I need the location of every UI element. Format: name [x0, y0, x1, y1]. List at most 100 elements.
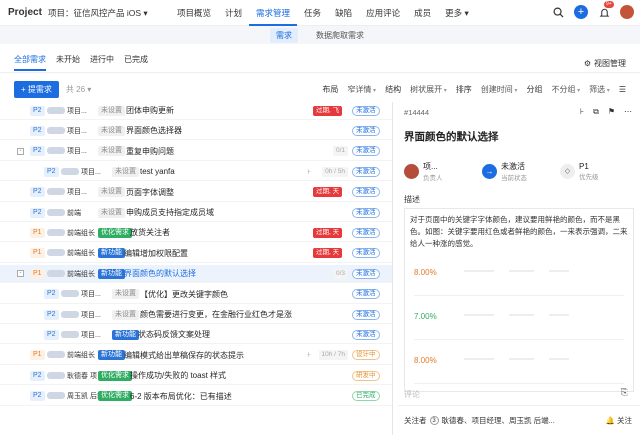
status-badge[interactable]: 未激活 — [352, 248, 380, 259]
add-requirement-button[interactable]: + 提需求 — [14, 80, 59, 98]
type-tag: 未设置 — [112, 166, 139, 177]
tab-done[interactable]: 已完成 — [124, 54, 148, 71]
requirement-title[interactable]: 状态码反馈文案处理 — [138, 329, 210, 340]
requirement-title[interactable]: 【优化】更改关键字颜色 — [140, 289, 228, 300]
list-item[interactable]: P1 前端组长 新功能 编辑增加权限配置 过期, 天未激活 — [0, 245, 392, 263]
priority-icon: ◇ — [560, 164, 575, 179]
list-item[interactable]: P2 项目... 未设置 【优化】更改关键字颜色 未激活 — [0, 286, 392, 304]
status-badge[interactable]: 未激活 — [352, 187, 380, 198]
nav-item[interactable]: 项目概览 — [170, 0, 218, 26]
flag-icon[interactable]: ⚑ — [608, 107, 615, 117]
expand-toggle[interactable]: - — [17, 270, 24, 278]
overdue-badge: 过期, 天 — [313, 248, 343, 259]
list-item[interactable]: P2 项目... 未设置 test yanfa 0h / 5h ⊦ 未激活 — [0, 163, 392, 182]
requirement-title[interactable]: 界面颜色选择器 — [126, 125, 182, 136]
list-item[interactable]: P2 项目... 未设置 界面颜色选择器 未激活 — [0, 122, 392, 141]
subtab-requirements[interactable]: 需求 — [270, 27, 298, 43]
type-tag: 未设置 — [98, 146, 125, 157]
requirement-title[interactable]: 6-2 版本布局优化：已有描述 — [130, 391, 232, 402]
nav-item[interactable]: 成员 — [407, 0, 438, 26]
detail-title[interactable]: 界面颜色的默认选择 — [398, 122, 640, 144]
description-box[interactable]: 对于页面中的关键字字体颜色，建议要用鲜艳的颜色，而不是黑色。如图：关键字要用红色… — [404, 208, 634, 392]
requirement-title[interactable]: 界面颜色的默认选择 — [124, 268, 196, 279]
subtask-icon[interactable]: ⊦ — [580, 107, 584, 117]
detail-panel: #14444 ⊦ ⧉ ⚑ ⋯ 界面颜色的默认选择 项... 负责人 → 未激活 当前… — [398, 102, 640, 435]
project-selector[interactable]: 项目：征信风控产品 iOS ▾ — [48, 7, 170, 19]
bell-icon[interactable]: 9+ — [597, 1, 614, 19]
view-manage-button[interactable]: ⚙ 视图管理 — [584, 58, 626, 69]
add-icon[interactable]: + — [574, 5, 588, 19]
priority-badge: P2 — [30, 146, 45, 157]
comment-input[interactable]: 评论 — [404, 389, 420, 400]
nav-item[interactable]: 计划 — [218, 0, 249, 26]
status-badge[interactable]: 未激活 — [352, 146, 380, 157]
structure-select[interactable]: 树状展开 — [410, 84, 447, 95]
requirement-title[interactable]: 页面字体调整 — [126, 187, 174, 198]
more-icon[interactable]: ⋯ — [624, 107, 632, 117]
requirement-id: #14444 — [404, 107, 430, 117]
status-badge[interactable]: 未激活 — [352, 309, 380, 320]
list-item[interactable]: - P1 前端组长 新功能 界面颜色的默认选择 0/3 未激活 — [0, 265, 392, 284]
gear-icon: ⚙ — [583, 59, 591, 68]
attachment-icon[interactable]: ⎘ — [621, 387, 628, 398]
status-badge[interactable]: 未激活 — [352, 125, 380, 136]
status-badge[interactable]: 未激活 — [352, 289, 380, 300]
status-badge[interactable]: 设计中 — [352, 350, 380, 361]
list-item[interactable]: - P2 项目... 未设置 重复申购问题 0/1 未激活 — [0, 143, 392, 161]
list-item[interactable]: P2 项目... 未设置 页面字体调整 过期, 天未激活 — [0, 184, 392, 202]
requirement-title[interactable]: 放货关注者 — [130, 227, 170, 238]
filter-button[interactable]: 筛选 — [589, 84, 610, 95]
tab-in-progress[interactable]: 进行中 — [90, 54, 114, 71]
search-icon[interactable] — [551, 5, 565, 19]
tab-not-started[interactable]: 未开始 — [56, 54, 80, 71]
subtab-crawl-requirements[interactable]: 数据爬取需求 — [310, 28, 370, 43]
requirement-title[interactable]: 颜色需要进行变更，在金融行业红色才是涨 — [140, 309, 292, 320]
brand-logo: Project — [8, 7, 42, 18]
nav-item[interactable]: 需求管理 — [249, 0, 298, 26]
nav-item[interactable]: 任务 — [297, 0, 328, 26]
status-badge[interactable]: 已完成 — [352, 391, 380, 402]
requirement-title[interactable]: 团体申购更新 — [126, 105, 174, 116]
list-item[interactable]: P2 周玉凯 后端... 优化需求 6-2 版本布局优化：已有描述 已完成 — [0, 388, 392, 406]
status-badge[interactable]: 未激活 — [352, 105, 380, 116]
overdue-badge: 过期, 天 — [313, 187, 343, 198]
list-item[interactable]: P1 前端组长 优化需求 放货关注者 过期, 天未激活 — [0, 224, 392, 243]
count-label[interactable]: 共 26 ▾ — [66, 84, 91, 95]
priority-field[interactable]: ◇ P1 优先级 — [560, 161, 638, 182]
list-item[interactable]: P2 耿德春 项目... 优化需求 操作成功/失败的 toast 样式 研发中 — [0, 367, 392, 386]
status-field[interactable]: → 未激活 当前状态 — [482, 161, 560, 182]
expand-toggle[interactable]: - — [17, 147, 24, 155]
group-select[interactable]: 不分组 — [551, 84, 580, 95]
status-badge[interactable]: 研发中 — [352, 370, 380, 381]
type-tag: 未设置 — [98, 125, 125, 136]
user-avatar[interactable] — [620, 5, 634, 19]
status-badge[interactable]: 未激活 — [352, 227, 380, 238]
followers-names[interactable]: 耿德春、项目经理、周玉凯 后端... — [442, 415, 555, 426]
list-item[interactable]: P1 前端组长 新功能 编辑模式给出草稿保存的状态提示 10h / 7h ⊦ 设计中 — [0, 347, 392, 365]
requirement-title[interactable]: 操作成功/失败的 toast 样式 — [130, 370, 226, 381]
status-badge[interactable]: 未激活 — [352, 207, 380, 218]
status-badge[interactable]: 未激活 — [352, 268, 380, 279]
more-icon[interactable]: ☰ — [619, 85, 626, 94]
requirement-title[interactable]: 重复申购问题 — [126, 146, 174, 157]
status-badge[interactable]: 未激活 — [352, 166, 380, 177]
list-item[interactable]: P2 前端 未设置 申购成员支持指定成员域 未激活 — [0, 204, 392, 222]
nav-item[interactable]: 更多 ▾ — [438, 0, 476, 26]
list-item[interactable]: P2 项目... 未设置 颜色需要进行变更，在金融行业红色才是涨 未激活 — [0, 306, 392, 324]
type-tag: 新功能 — [112, 329, 139, 340]
nav-item[interactable]: 缺陷 — [328, 0, 359, 26]
list-item[interactable]: P2 项目... 新功能 状态码反馈文案处理 未激活 — [0, 326, 392, 345]
requirement-title[interactable]: 编辑模式给出草稿保存的状态提示 — [124, 350, 244, 361]
nav-item[interactable]: 应用评论 — [359, 0, 407, 26]
sort-select[interactable]: 创建时间 — [481, 84, 518, 95]
layout-select[interactable]: 窄详情 — [347, 84, 376, 95]
owner-field[interactable]: 项... 负责人 — [404, 161, 482, 182]
list-item[interactable]: P2 项目... 未设置 团体申购更新 过期, 飞未激活 — [0, 102, 392, 120]
follow-button[interactable]: 🔔 关注 — [606, 415, 632, 426]
status-badge[interactable]: 未激活 — [352, 329, 380, 340]
tab-all[interactable]: 全部需求 — [14, 54, 46, 71]
requirement-title[interactable]: test yanfa — [140, 167, 175, 176]
requirement-title[interactable]: 申购成员支持指定成员域 — [126, 207, 214, 218]
requirement-title[interactable]: 编辑增加权限配置 — [124, 248, 188, 259]
copy-icon[interactable]: ⧉ — [593, 107, 599, 117]
